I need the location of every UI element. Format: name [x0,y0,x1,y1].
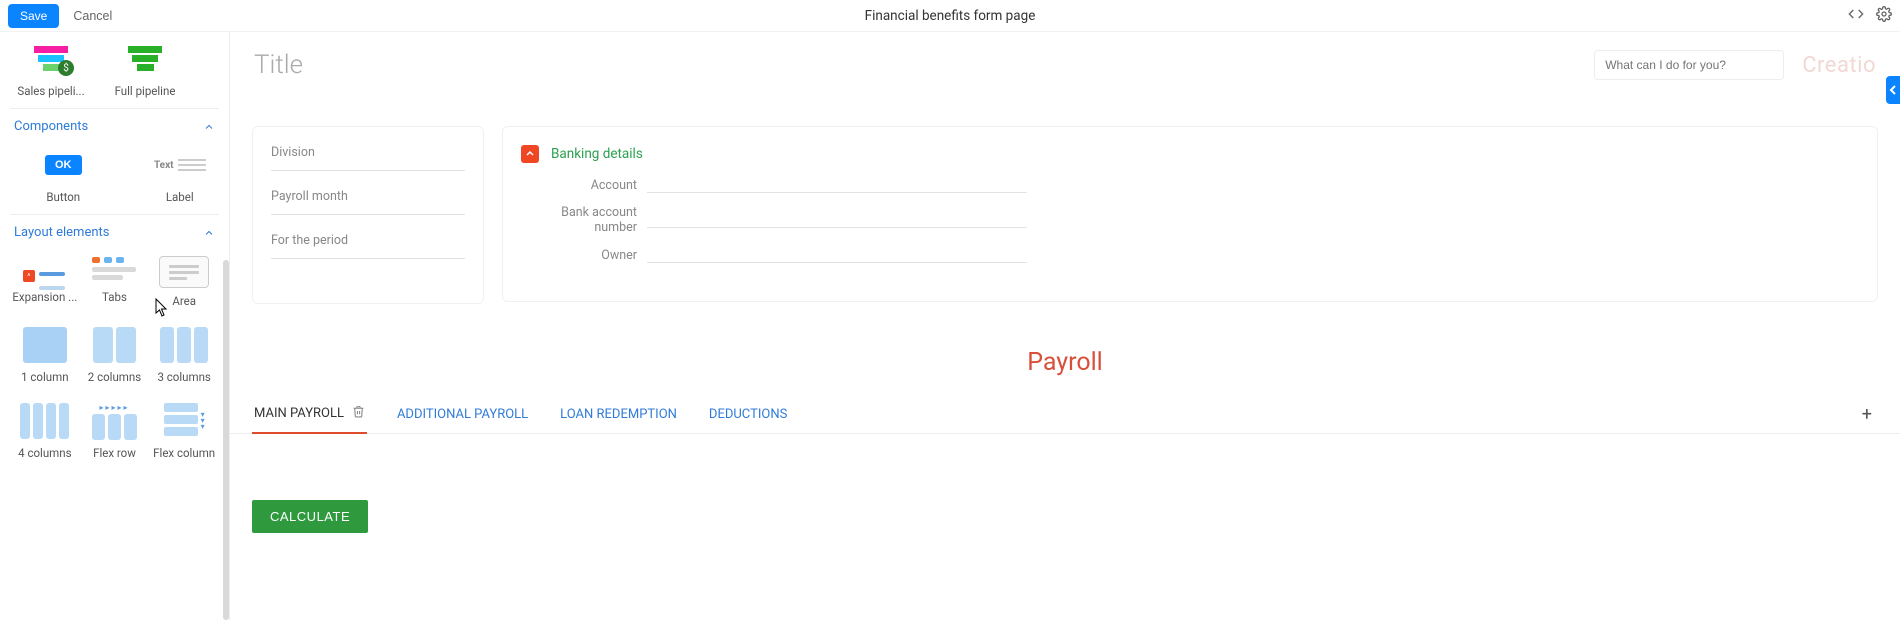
expand-icon[interactable] [521,145,539,163]
layout-label: 1 column [21,370,68,384]
layout-tabs[interactable]: Tabs [82,256,148,308]
gear-icon[interactable] [1876,6,1892,26]
designer-sidebar: $ Sales pipeli... Full pipeline Componen… [0,32,230,620]
save-button[interactable]: Save [8,4,59,28]
designer-canvas: Title Creatio Division Payroll month For… [230,32,1900,620]
field-label: Account [521,178,637,193]
layout-label: Flex column [153,446,215,460]
tabs-icon [92,257,136,283]
tab-loan-redemption[interactable]: LOAN REDEMPTION [558,397,679,432]
layout-flexrow[interactable]: ▸▸▸▸▸ Flex row [82,402,148,460]
column-icon [160,327,208,363]
tab-label: ADDITIONAL PAYROLL [397,407,528,422]
field-bank-account-number[interactable]: Bank account number [521,205,1859,235]
field-account[interactable]: Account [521,177,1859,193]
layout-label: 2 columns [88,370,141,384]
chevron-up-icon [203,121,215,133]
widget-full-pipeline[interactable]: Full pipeline [110,40,180,98]
label-sample-icon: Text [154,156,206,174]
canvas-title[interactable]: Title [254,50,303,80]
calculate-button[interactable]: CALCULATE [252,500,368,533]
button-sample-icon: OK [45,155,82,175]
field-division[interactable]: Division [271,145,465,171]
trash-icon[interactable] [352,405,365,422]
column-icon [20,403,69,439]
component-label[interactable]: Text Label [147,146,214,204]
layout-1column[interactable]: 1 column [12,326,78,384]
field-label: Payroll month [271,189,465,204]
add-tab-button[interactable]: + [1856,398,1878,431]
layout-label: Expansion ... [12,290,77,304]
section-title: Layout elements [14,225,109,240]
cancel-button[interactable]: Cancel [73,9,112,23]
column-icon [93,327,136,363]
field-for-the-period[interactable]: For the period [271,233,465,259]
search-input[interactable] [1594,50,1784,80]
layout-area[interactable]: Area [151,256,217,308]
column-icon [23,327,67,363]
field-label: For the period [271,233,465,248]
collapse-panel-tab[interactable] [1886,76,1900,104]
layout-label: Tabs [102,290,127,304]
layout-label: 4 columns [18,446,71,460]
field-owner[interactable]: Owner [521,247,1859,263]
field-label: Division [271,145,465,160]
layout-label: 3 columns [157,370,210,384]
creatio-logo: Creatio [1802,53,1876,78]
component-label: Button [46,190,80,204]
right-card[interactable]: Banking details Account Bank account num… [502,126,1878,302]
area-icon [169,262,199,283]
flexrow-icon: ▸▸▸▸▸ [92,403,137,440]
topbar: Save Cancel Financial benefits form page [0,0,1900,32]
layout-label: Area [172,294,196,308]
section-title: Components [14,119,88,134]
layout-3columns[interactable]: 3 columns [151,326,217,384]
code-icon[interactable] [1848,6,1864,26]
widget-label: Full pipeline [115,84,176,98]
layout-label: Flex row [93,446,136,460]
tab-label: LOAN REDEMPTION [560,407,677,422]
scrollbar[interactable] [223,260,229,620]
tab-label: MAIN PAYROLL [254,406,344,421]
field-payroll-month[interactable]: Payroll month [271,189,465,215]
layout-flexcolumn[interactable]: ▾▾▾ Flex column [151,402,217,460]
field-label: Bank account number [521,205,637,235]
left-card[interactable]: Division Payroll month For the period [252,126,484,304]
section-title-payroll[interactable]: Payroll [230,348,1900,377]
tabs-bar: MAIN PAYROLL ADDITIONAL PAYROLL LOAN RED… [230,395,1900,434]
tab-additional-payroll[interactable]: ADDITIONAL PAYROLL [395,397,530,432]
tab-main-payroll[interactable]: MAIN PAYROLL [252,395,367,434]
tab-deductions[interactable]: DEDUCTIONS [707,397,789,432]
field-label: Owner [521,248,637,263]
widget-label: Sales pipeli... [17,84,84,98]
flexcol-icon: ▾▾▾ [164,403,205,439]
section-layout-header[interactable]: Layout elements [10,214,219,250]
layout-expansion[interactable]: ^ Expansion ... [12,256,78,308]
funnel-icon [128,46,162,72]
section-components-header[interactable]: Components [10,108,219,144]
widget-sales-pipeline[interactable]: $ Sales pipeli... [16,40,86,98]
card-title: Banking details [551,146,643,162]
layout-4columns[interactable]: 4 columns [12,402,78,460]
component-label: Label [166,190,194,204]
page-title: Financial benefits form page [865,8,1036,24]
funnel-icon: $ [34,46,68,72]
layout-2columns[interactable]: 2 columns [82,326,148,384]
tab-label: DEDUCTIONS [709,407,787,422]
chevron-up-icon [203,227,215,239]
component-button[interactable]: OK Button [30,146,97,204]
